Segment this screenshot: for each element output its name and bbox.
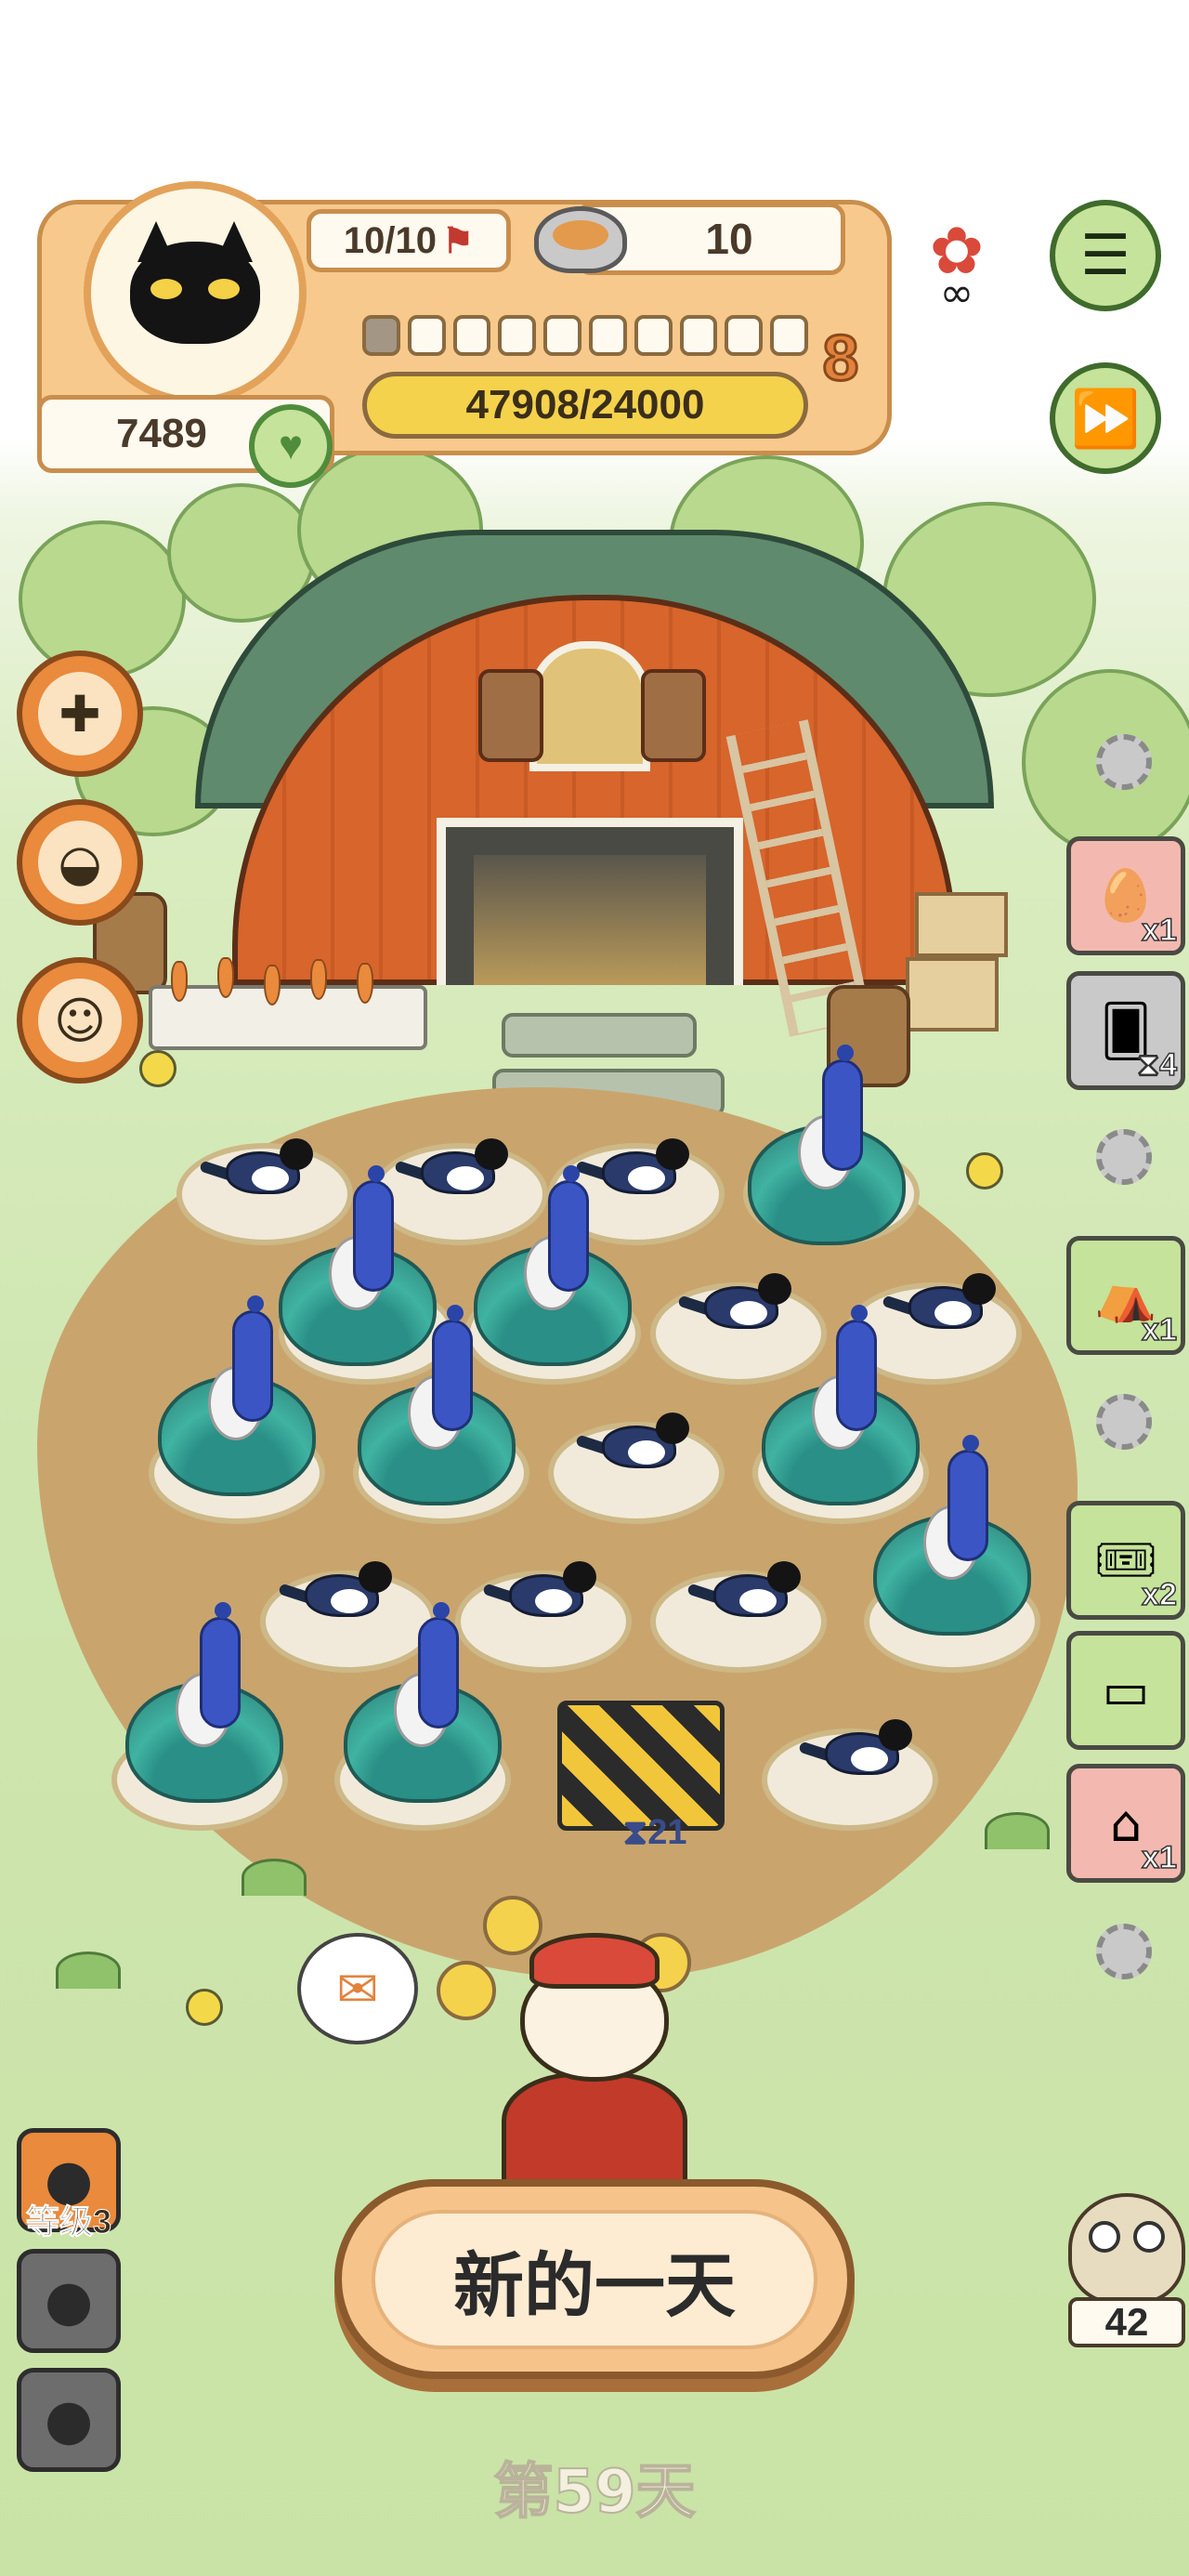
carrot-planter	[149, 957, 427, 1050]
player-level: 8	[821, 321, 860, 396]
locked-slot[interactable]: ●	[17, 2249, 121, 2353]
slot-level-label: 等级3	[25, 2202, 112, 2241]
flag-icon: ⚑	[442, 221, 475, 261]
cat-face-icon: ☺	[38, 979, 122, 1062]
level-segment	[725, 315, 764, 356]
phone-button[interactable]: ✚	[17, 651, 143, 777]
gear-icon	[1096, 1394, 1152, 1450]
barn-door[interactable]	[437, 818, 743, 985]
energy-counter: 10/10 ⚑	[307, 209, 511, 272]
gear-icon	[1096, 1924, 1152, 1979]
level-segment	[362, 315, 400, 356]
carrot	[310, 959, 327, 1000]
level-segment	[498, 315, 537, 356]
certificate-icon: ✉	[336, 1959, 379, 2018]
fast-forward-icon: ⏩	[1070, 386, 1141, 452]
energy-value: 10/10	[343, 219, 438, 261]
tent-card[interactable]: ⛺ x1	[1066, 1236, 1185, 1355]
list-icon: ☰	[1080, 223, 1130, 288]
level-progress-segments	[362, 309, 808, 361]
bowl-icon: ◒	[38, 821, 122, 904]
level-segment	[679, 315, 718, 356]
path-stone	[502, 1013, 697, 1058]
gear-icon	[1096, 734, 1152, 790]
fast-forward-button[interactable]: ⏩	[1050, 362, 1161, 474]
carrot	[357, 963, 373, 1004]
magpie[interactable]	[686, 1561, 808, 1626]
level-segment	[543, 315, 581, 356]
tent-card-badge: x1	[1141, 1311, 1177, 1348]
crate	[915, 892, 1008, 957]
level-segment	[588, 315, 627, 356]
cat-button[interactable]: ☺	[17, 957, 143, 1084]
carrot	[171, 961, 188, 1002]
cage-card-badge: x1	[1141, 1839, 1177, 1876]
silhouette-icon: ●	[44, 2387, 94, 2452]
day-counter: 第59天	[492, 2457, 696, 2528]
peacock[interactable]	[873, 1435, 1031, 1636]
owl-counter[interactable]: 42	[1068, 2193, 1189, 2351]
carrot	[264, 965, 281, 1005]
peacock[interactable]	[748, 1045, 906, 1245]
black-cat-icon	[130, 242, 260, 344]
flower	[139, 1050, 176, 1087]
owl-icon	[1068, 2193, 1185, 2305]
cage-icon: ⌂	[1109, 1794, 1143, 1853]
food-value: 10	[705, 215, 753, 263]
peacock[interactable]	[158, 1295, 316, 1496]
barrier-timer-value: 21	[647, 1813, 687, 1852]
timer-card[interactable]: 🂠 ⧗4	[1066, 971, 1185, 1090]
level-segment	[634, 315, 673, 356]
grass	[985, 1812, 1050, 1849]
certificate-bubble[interactable]: ✉	[297, 1933, 418, 2044]
egg-card[interactable]: 🥚 x1	[1066, 836, 1185, 955]
peacock[interactable]	[358, 1305, 516, 1505]
magpie[interactable]	[575, 1413, 697, 1478]
level-segment	[407, 315, 446, 356]
barn-shutter	[478, 669, 543, 762]
barn-loft	[529, 641, 650, 771]
credit-card[interactable]: ▭	[1066, 1631, 1185, 1750]
timer-card-badge: ⧗4	[1136, 1046, 1177, 1084]
flower	[966, 1152, 1003, 1189]
barn-door-inside	[474, 855, 706, 985]
coin-value: 7489	[116, 411, 207, 456]
new-day-label: 新的一天	[372, 2209, 817, 2349]
locked-slot[interactable]: ●	[17, 2368, 121, 2472]
silhouette-icon: ●	[44, 2268, 94, 2333]
new-day-button[interactable]: 新的一天	[334, 2179, 855, 2379]
owl-count: 42	[1068, 2297, 1185, 2347]
infinity-icon: ∞	[939, 269, 974, 317]
game-scene: ⧗21 10/10 ⚑ 10 8 47908/24000 7489 ♥ ✿ ∞ …	[0, 0, 1189, 2576]
level-segment	[770, 315, 808, 356]
grass	[242, 1859, 307, 1896]
fortune-cat-mascot	[446, 1933, 743, 2193]
ticket-card[interactable]: 🎟 x2	[1066, 1501, 1185, 1620]
phone-icon: ✚	[38, 672, 122, 756]
carrot	[217, 957, 234, 998]
gear-icon	[1096, 1129, 1152, 1185]
egg-card-badge: x1	[1141, 912, 1177, 949]
barn-shutter	[641, 669, 706, 762]
flower	[186, 1989, 223, 2026]
heart-icon[interactable]: ♥	[249, 404, 333, 488]
grass	[56, 1952, 121, 1989]
food-bowl-button[interactable]: ◒	[17, 799, 143, 926]
peacock[interactable]	[125, 1602, 283, 1803]
magpie[interactable]	[798, 1719, 920, 1784]
barrier-timer: ⧗21	[622, 1813, 687, 1852]
cage-card[interactable]: ⌂ x1	[1066, 1764, 1185, 1883]
locked-nest-barrier[interactable]	[557, 1701, 725, 1831]
ticket-card-badge: x2	[1141, 1576, 1177, 1613]
player-avatar[interactable]	[84, 181, 307, 404]
xp-progress: 47908/24000	[362, 372, 808, 439]
level-segment	[452, 315, 491, 356]
food-bowl-icon	[534, 206, 627, 273]
peacock[interactable]	[344, 1602, 502, 1803]
credit-card-icon: ▭	[1102, 1661, 1150, 1720]
crate	[906, 957, 999, 1032]
menu-button[interactable]: ☰	[1050, 200, 1161, 311]
